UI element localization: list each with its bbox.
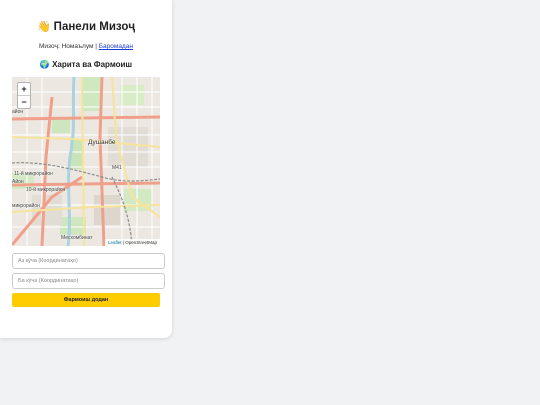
- zoom-in-button[interactable]: +: [18, 83, 30, 95]
- map-attribution: Leaflet | OpenStreetMap: [105, 239, 160, 246]
- map-label: Айон: [12, 179, 24, 185]
- from-address-input[interactable]: Аз кӯча (Координатаҳо): [12, 253, 165, 269]
- wave-icon: 👋: [36, 21, 51, 33]
- page-title-text: Панели Мизоҷ: [53, 21, 136, 33]
- map-view[interactable]: + − Душанбе айон 11-й микрорайон 10-й ми…: [12, 77, 160, 246]
- logout-link[interactable]: Баромадан: [99, 43, 133, 50]
- to-address-input[interactable]: Ба кӯча (Координатаҳо): [12, 273, 165, 289]
- city-label: Душанбе: [88, 139, 116, 146]
- map-label: М41: [112, 165, 122, 171]
- user-label: Мизоҷ: Номаълум |: [39, 43, 97, 50]
- map-label: 10-й микрорайон: [26, 187, 66, 193]
- map-label: айон: [12, 109, 24, 115]
- user-status: Мизоҷ: Номаълум | Баромадан: [0, 43, 172, 50]
- map-label: микрорайон: [12, 203, 40, 209]
- map-label: Месхомбинат: [61, 235, 93, 241]
- osm-link[interactable]: OpenStreetMap: [125, 240, 157, 245]
- zoom-control: + −: [17, 82, 31, 109]
- map-section-title-text: Харита ва Фармоиш: [52, 60, 133, 69]
- page-title: 👋 Панели Мизоҷ: [0, 20, 172, 33]
- order-button[interactable]: Фармоиш додан: [12, 293, 160, 307]
- map-tiles[interactable]: [12, 77, 160, 246]
- leaflet-link[interactable]: Leaflet: [108, 240, 122, 245]
- map-section-title: 🌍 Харита ва Фармоиш: [0, 60, 172, 69]
- map-label: 11-й микрорайон: [14, 171, 53, 177]
- customer-panel: 👋 Панели Мизоҷ Мизоҷ: Номаълум | Баромада…: [0, 0, 172, 338]
- globe-icon: 🌍: [39, 60, 50, 69]
- zoom-out-button[interactable]: −: [18, 95, 30, 108]
